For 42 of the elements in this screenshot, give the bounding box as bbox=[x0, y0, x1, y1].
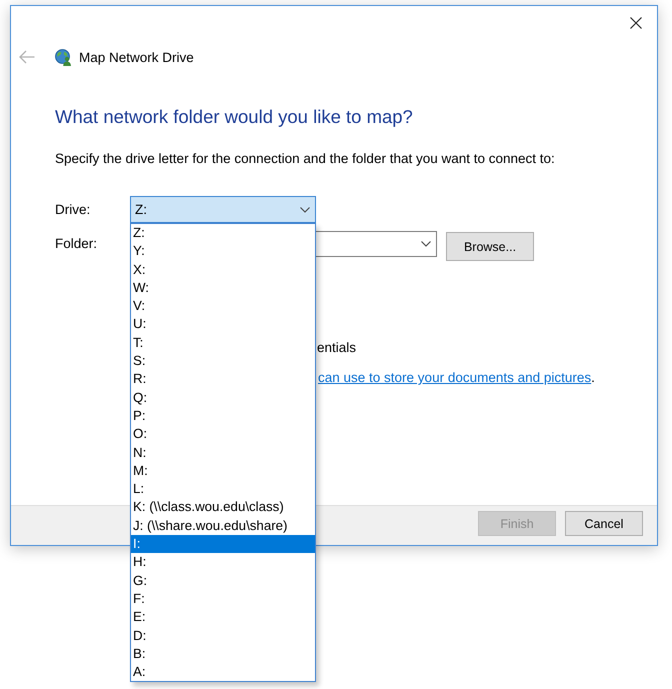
drive-option[interactable]: X: bbox=[131, 260, 315, 279]
drive-option[interactable]: D: bbox=[131, 626, 315, 645]
drive-option[interactable]: R: bbox=[131, 370, 315, 389]
web-site-sentence: can use to store your documents and pictures. bbox=[318, 370, 595, 386]
drive-option[interactable]: U: bbox=[131, 315, 315, 334]
drive-option[interactable]: K: (\\class.wou.edu\class) bbox=[131, 498, 315, 517]
drive-option[interactable]: M: bbox=[131, 462, 315, 480]
drive-option[interactable]: N: bbox=[131, 444, 315, 462]
drive-option[interactable]: O: bbox=[131, 425, 315, 444]
drive-option[interactable]: I: bbox=[131, 535, 315, 554]
drive-option[interactable]: L: bbox=[131, 480, 315, 498]
drive-option[interactable]: V: bbox=[131, 297, 315, 316]
window-title: Map Network Drive bbox=[79, 50, 194, 64]
cancel-button[interactable]: Cancel bbox=[565, 511, 643, 536]
web-site-link[interactable]: can use to store your documents and pictures bbox=[318, 370, 592, 385]
drive-option[interactable]: E: bbox=[131, 608, 315, 627]
close-button[interactable] bbox=[628, 15, 644, 31]
drive-option[interactable]: S: bbox=[131, 352, 315, 370]
drive-option[interactable]: T: bbox=[131, 334, 315, 352]
drive-option[interactable]: J: (\\share.wou.edu\share) bbox=[131, 516, 315, 536]
drive-option[interactable]: W: bbox=[131, 278, 315, 298]
browse-button[interactable]: Browse... bbox=[446, 232, 534, 261]
chevron-down-icon bbox=[300, 206, 310, 212]
drive-option[interactable]: G: bbox=[131, 572, 315, 590]
chevron-down-icon bbox=[421, 241, 431, 247]
globe-icon bbox=[55, 48, 72, 66]
option-text: entials bbox=[317, 340, 356, 356]
close-icon bbox=[630, 17, 642, 29]
drive-option[interactable]: H: bbox=[131, 553, 315, 572]
drive-option[interactable]: B: bbox=[131, 644, 315, 664]
folder-label: Folder: bbox=[55, 235, 98, 253]
main-heading: What network folder would you like to map? bbox=[55, 105, 414, 129]
instruction-text: Specify the drive letter for the connection and the folder that you want to connect to: bbox=[55, 150, 556, 168]
drive-option[interactable]: Q: bbox=[131, 388, 315, 407]
drive-option[interactable]: Z: bbox=[131, 224, 315, 242]
back-arrow-icon bbox=[19, 50, 35, 64]
drive-dropdown[interactable]: Z: bbox=[130, 196, 316, 223]
drive-option[interactable]: A: bbox=[131, 663, 315, 682]
drive-option[interactable]: F: bbox=[131, 590, 315, 608]
drive-option[interactable]: Y: bbox=[131, 242, 315, 261]
drive-label: Drive: bbox=[55, 202, 92, 217]
drive-option[interactable]: P: bbox=[131, 406, 315, 426]
